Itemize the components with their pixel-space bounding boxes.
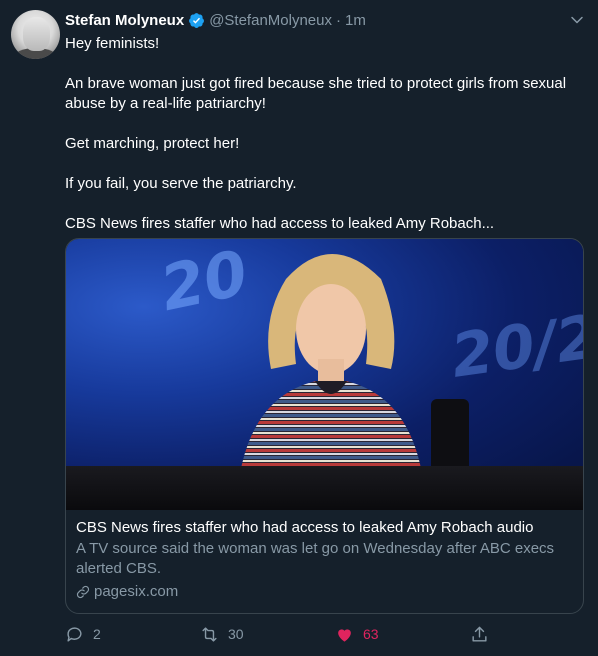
retweet-icon (202, 626, 217, 642)
author-name[interactable]: Stefan Molyneux (65, 12, 184, 29)
share-icon (472, 626, 487, 642)
chevron-down-icon[interactable] (567, 10, 587, 30)
tweet-line: If you fail, you serve the patriarchy. (65, 175, 297, 192)
link-card[interactable]: 20 20/20 CBS News fires staffer who had … (65, 238, 584, 614)
card-image[interactable]: 20 20/20 (66, 239, 583, 510)
retweet-count: 30 (228, 626, 244, 642)
card-domain[interactable]: pagesix.com (76, 582, 573, 602)
tweet[interactable]: Stefan Molyneux @StefanMolyneux · 1m Hey… (0, 0, 598, 656)
tweet-header: Stefan Molyneux @StefanMolyneux · 1m (65, 10, 366, 30)
timestamp[interactable]: 1m (345, 12, 366, 29)
reply-count: 2 (93, 626, 101, 642)
card-title[interactable]: CBS News fires staffer who had access to… (76, 518, 573, 538)
card-description: A TV source said the woman was let go on… (76, 540, 555, 577)
reply-button[interactable]: 2 (65, 624, 101, 644)
reply-icon (67, 626, 82, 642)
like-count: 63 (363, 626, 379, 642)
tweet-line: An brave woman just got fired because sh… (65, 75, 567, 112)
verified-badge-icon (189, 12, 205, 28)
heart-icon (338, 628, 351, 642)
tweet-line: CBS News fires staffer who had access to… (65, 215, 495, 232)
card-domain-text: pagesix.com (94, 583, 179, 600)
like-button[interactable]: 63 (335, 624, 379, 644)
separator: · (335, 11, 341, 29)
card-info: CBS News fires staffer who had access to… (66, 510, 583, 602)
author-handle[interactable]: @StefanMolyneux (209, 12, 332, 29)
tweet-line: Hey feminists! (65, 35, 160, 52)
share-button[interactable] (470, 624, 498, 644)
avatar-face (23, 17, 50, 51)
tweet-line: Get marching, protect her! (65, 135, 240, 152)
tweet-actions: 2 30 63 (65, 624, 585, 644)
avatar[interactable] (11, 10, 60, 59)
background-graphic-text: 20/20 (447, 296, 583, 392)
link-icon (76, 585, 90, 599)
desk (66, 466, 583, 510)
retweet-button[interactable]: 30 (200, 624, 244, 644)
tweet-body: Hey feminists! An brave woman just got f… (65, 34, 580, 234)
